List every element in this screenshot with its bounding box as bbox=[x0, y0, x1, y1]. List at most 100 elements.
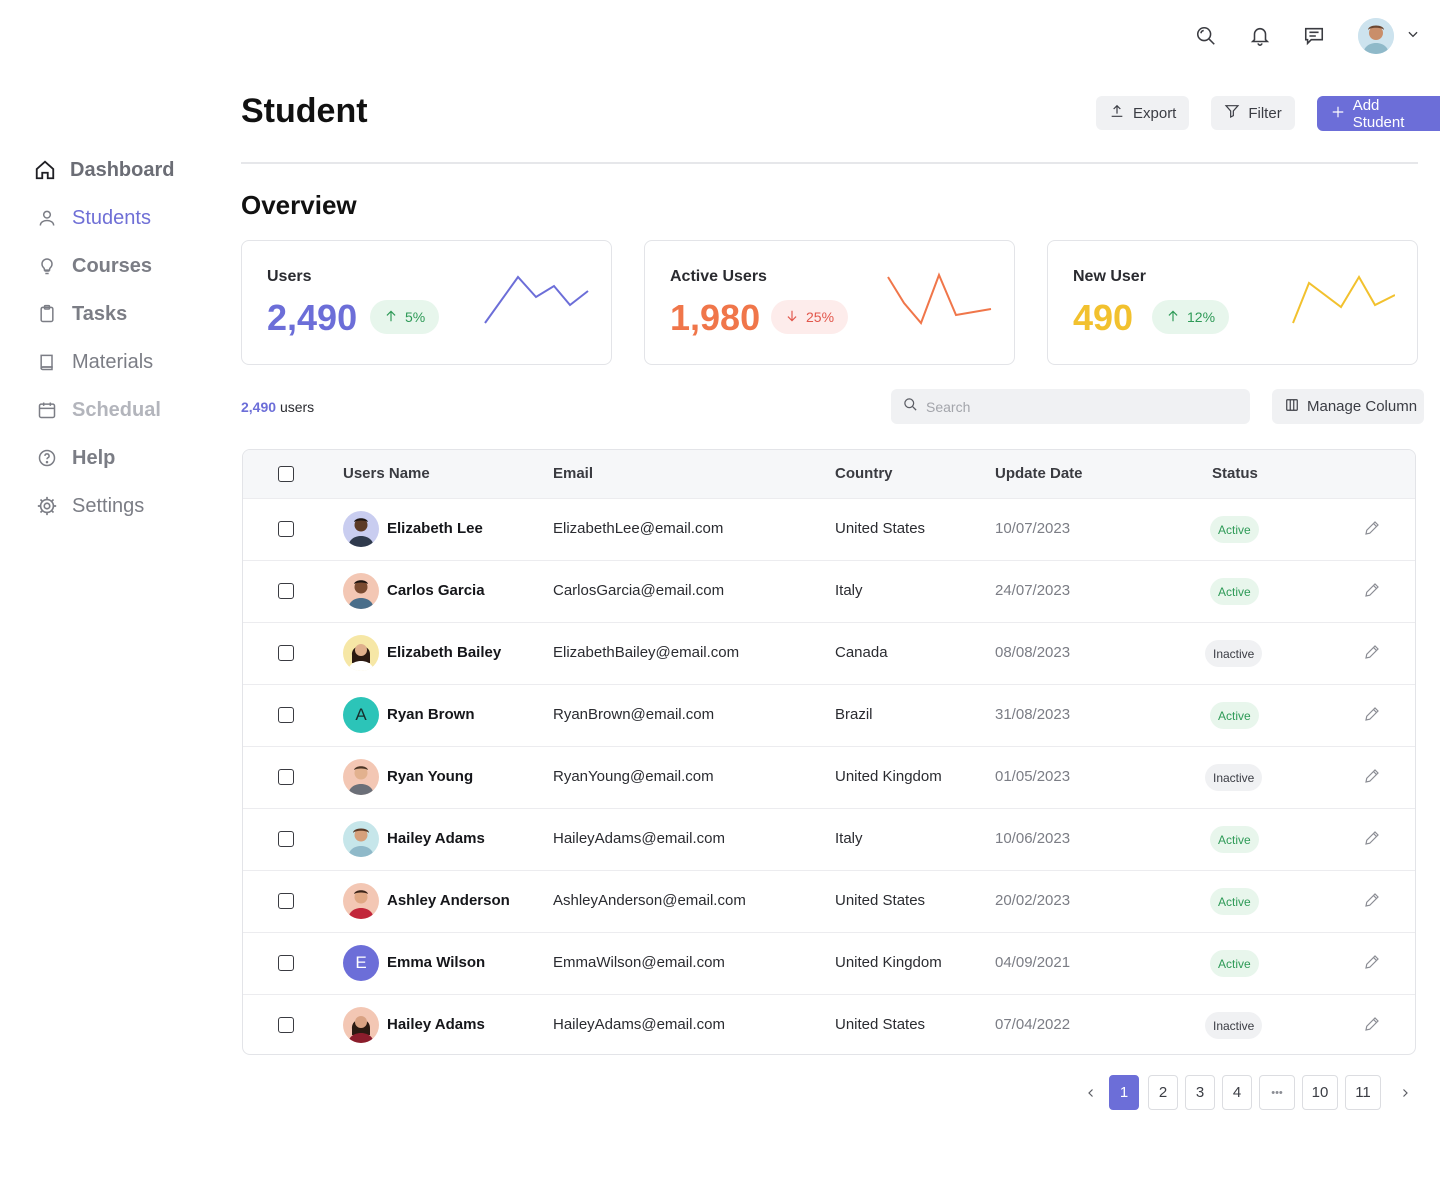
page-button-1[interactable]: 1 bbox=[1109, 1075, 1139, 1110]
sidebar-item-help[interactable]: Help bbox=[36, 446, 214, 470]
header-email[interactable]: Email bbox=[553, 465, 593, 482]
table-row[interactable]: Elizabeth Lee ElizabethLee@email.com Uni… bbox=[243, 498, 1415, 560]
chevron-down-icon[interactable] bbox=[1406, 27, 1420, 46]
sparkline-new-user bbox=[1292, 275, 1395, 324]
search-icon bbox=[903, 397, 918, 417]
manage-column-button[interactable]: Manage Column bbox=[1272, 389, 1424, 424]
update-date: 10/07/2023 bbox=[995, 520, 1071, 537]
add-student-button[interactable]: Add Student bbox=[1316, 96, 1440, 131]
stat-change: 25% bbox=[806, 309, 835, 325]
search-input[interactable] bbox=[926, 398, 1226, 415]
table-row[interactable]: Elizabeth Bailey ElizabethBailey@email.c… bbox=[243, 622, 1415, 684]
user-email: RyanBrown@email.com bbox=[553, 706, 715, 723]
row-checkbox[interactable] bbox=[278, 707, 294, 723]
page-button-10[interactable]: 10 bbox=[1302, 1075, 1338, 1110]
edit-icon[interactable] bbox=[1363, 953, 1381, 971]
avatar bbox=[343, 511, 379, 547]
help-icon bbox=[36, 447, 58, 469]
profile-menu[interactable] bbox=[1358, 18, 1420, 54]
table-row[interactable]: Ryan Young RyanYoung@email.com United Ki… bbox=[243, 746, 1415, 808]
update-date: 31/08/2023 bbox=[995, 706, 1071, 723]
update-date: 20/02/2023 bbox=[995, 892, 1071, 909]
edit-icon[interactable] bbox=[1363, 705, 1381, 723]
user-country: Canada bbox=[835, 644, 888, 661]
user-name: Elizabeth Bailey bbox=[387, 644, 502, 661]
sidebar-item-label: Materials bbox=[72, 350, 154, 373]
home-icon bbox=[34, 159, 56, 181]
row-checkbox[interactable] bbox=[278, 645, 294, 661]
page-button-11[interactable]: 11 bbox=[1345, 1075, 1381, 1110]
stat-change-badge: 5% bbox=[370, 300, 440, 334]
select-all-checkbox[interactable] bbox=[278, 466, 294, 482]
table-row[interactable]: A Ryan Brown RyanBrown@email.com Brazil … bbox=[243, 684, 1415, 746]
table-row[interactable]: Ashley Anderson AshleyAnderson@email.com… bbox=[243, 870, 1415, 932]
user-icon bbox=[36, 207, 58, 229]
chevron-left-icon[interactable] bbox=[1080, 1075, 1102, 1110]
sidebar-item-tasks[interactable]: Tasks bbox=[36, 302, 214, 326]
sidebar-item-materials[interactable]: Materials bbox=[36, 350, 214, 374]
table-row[interactable]: E Emma Wilson EmmaWilson@email.com Unite… bbox=[243, 932, 1415, 994]
edit-icon[interactable] bbox=[1363, 643, 1381, 661]
filter-button[interactable]: Filter bbox=[1211, 96, 1295, 130]
avatar[interactable] bbox=[1358, 18, 1394, 54]
table-header: Users Name Email Country Update Date Sta… bbox=[243, 450, 1415, 498]
page-ellipsis[interactable]: ••• bbox=[1259, 1075, 1295, 1110]
page-button-2[interactable]: 2 bbox=[1148, 1075, 1178, 1110]
edit-icon[interactable] bbox=[1363, 891, 1381, 909]
clipboard-icon bbox=[36, 303, 58, 325]
sidebar-item-label: Schedual bbox=[72, 398, 161, 421]
header-update-date[interactable]: Update Date bbox=[995, 465, 1083, 482]
edit-icon[interactable] bbox=[1363, 767, 1381, 785]
row-checkbox[interactable] bbox=[278, 831, 294, 847]
row-checkbox[interactable] bbox=[278, 1017, 294, 1033]
arrow-up-icon bbox=[1166, 308, 1180, 327]
row-checkbox[interactable] bbox=[278, 955, 294, 971]
stat-card-active-users: Active Users 1,980 25% bbox=[644, 240, 1015, 365]
sidebar-item-label: Courses bbox=[72, 254, 153, 277]
bell-icon[interactable] bbox=[1248, 24, 1272, 48]
status-badge: Inactive bbox=[1205, 764, 1263, 791]
book-icon bbox=[36, 351, 58, 373]
sidebar-item-courses[interactable]: Courses bbox=[36, 254, 214, 278]
update-date: 08/08/2023 bbox=[995, 644, 1071, 661]
header-actions: Export Filter Add Student bbox=[1096, 96, 1440, 131]
header-country[interactable]: Country bbox=[835, 465, 893, 482]
status-badge: Active bbox=[1210, 888, 1259, 915]
filter-label: Filter bbox=[1248, 104, 1282, 122]
avatar: A bbox=[343, 697, 379, 733]
chevron-right-icon[interactable] bbox=[1394, 1075, 1416, 1110]
edit-icon[interactable] bbox=[1363, 519, 1381, 537]
edit-icon[interactable] bbox=[1363, 829, 1381, 847]
user-country: United Kingdom bbox=[835, 954, 942, 971]
search-box[interactable] bbox=[891, 389, 1250, 424]
sidebar-item-label: Dashboard bbox=[70, 158, 175, 181]
edit-icon[interactable] bbox=[1363, 1015, 1381, 1033]
export-button[interactable]: Export bbox=[1096, 96, 1190, 130]
header-users-name[interactable]: Users Name bbox=[343, 465, 430, 482]
row-checkbox[interactable] bbox=[278, 583, 294, 599]
sidebar-item-students[interactable]: Students bbox=[36, 206, 214, 230]
update-date: 10/06/2023 bbox=[995, 830, 1071, 847]
row-checkbox[interactable] bbox=[278, 893, 294, 909]
user-email: CarlosGarcia@email.com bbox=[553, 582, 725, 599]
page-button-4[interactable]: 4 bbox=[1222, 1075, 1252, 1110]
sparkline-active-users bbox=[887, 272, 992, 325]
row-checkbox[interactable] bbox=[278, 521, 294, 537]
header-status[interactable]: Status bbox=[1212, 465, 1258, 482]
sidebar-item-schedual[interactable]: Schedual bbox=[36, 398, 214, 422]
message-icon[interactable] bbox=[1302, 24, 1326, 48]
edit-icon[interactable] bbox=[1363, 581, 1381, 599]
status-badge: Active bbox=[1210, 702, 1259, 729]
sidebar-item-settings[interactable]: Settings bbox=[36, 494, 214, 518]
table-row[interactable]: Carlos Garcia CarlosGarcia@email.com Ita… bbox=[243, 560, 1415, 622]
page-button-3[interactable]: 3 bbox=[1185, 1075, 1215, 1110]
arrow-up-icon bbox=[384, 308, 398, 327]
table-row[interactable]: Hailey Adams HaileyAdams@email.com Unite… bbox=[243, 994, 1415, 1054]
user-count-number: 2,490 bbox=[241, 399, 277, 415]
table-row[interactable]: Hailey Adams HaileyAdams@email.com Italy… bbox=[243, 808, 1415, 870]
status-badge: Active bbox=[1210, 826, 1259, 853]
sidebar-item-dashboard[interactable]: Dashboard bbox=[34, 158, 214, 182]
row-checkbox[interactable] bbox=[278, 769, 294, 785]
avatar bbox=[343, 821, 379, 857]
search-icon[interactable] bbox=[1194, 24, 1218, 48]
